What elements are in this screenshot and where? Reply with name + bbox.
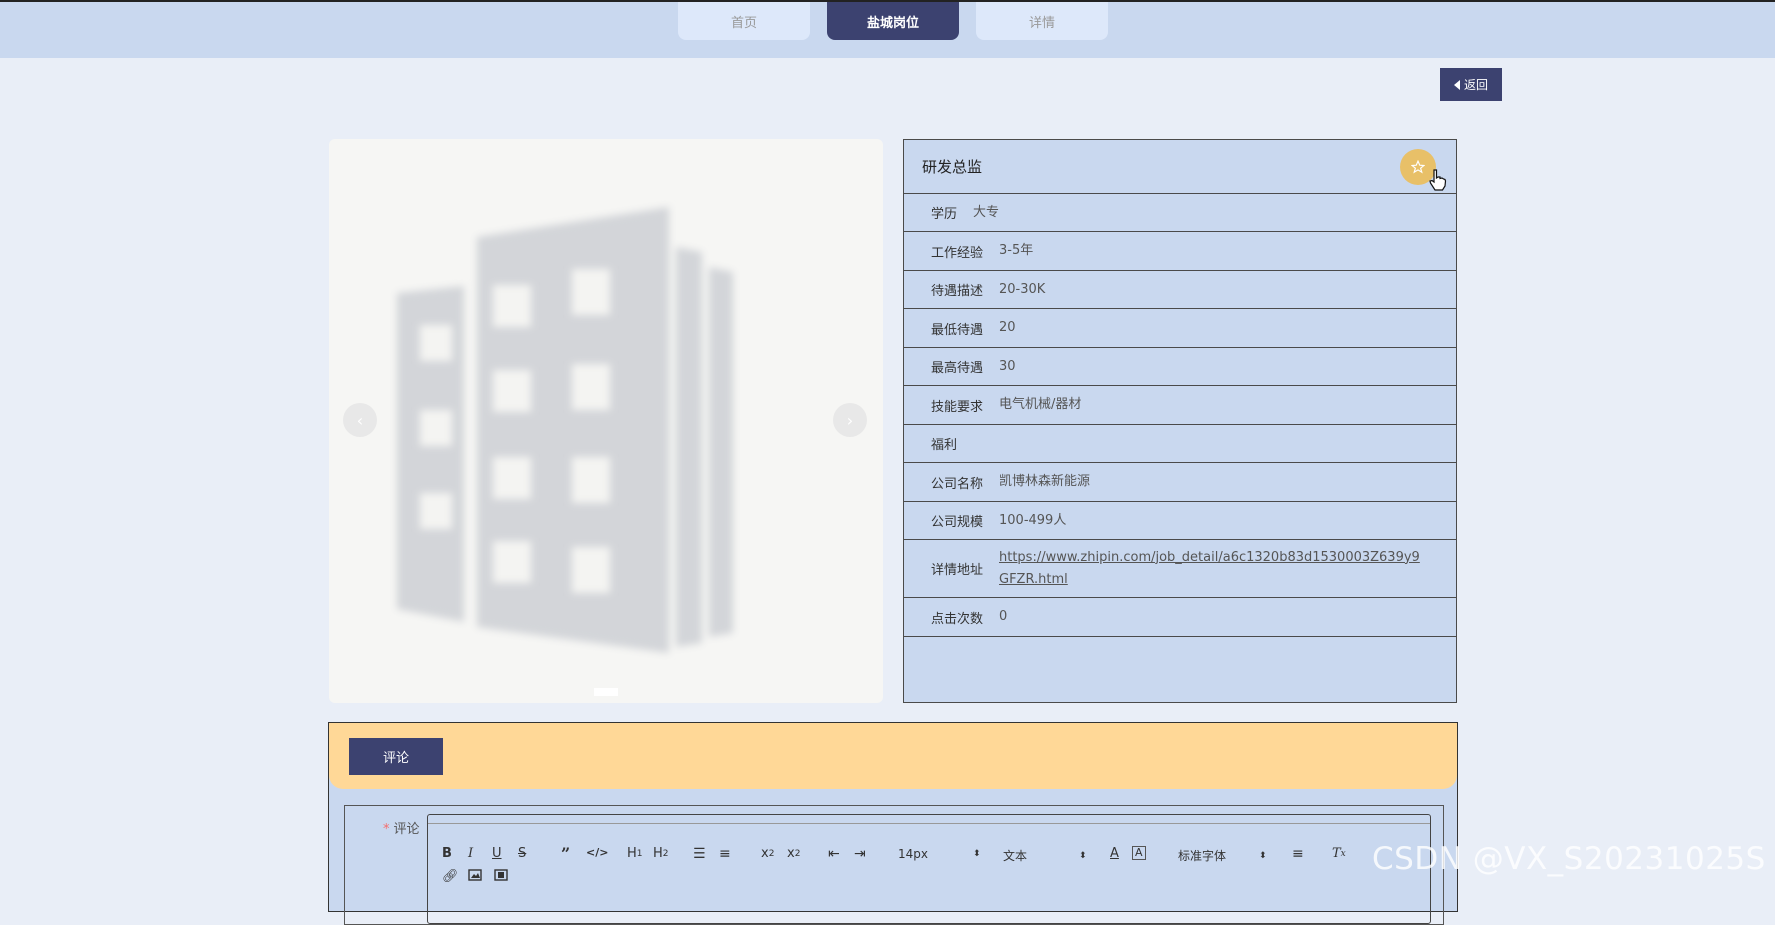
field-value: 100-499人 [999, 512, 1067, 528]
ordered-list-icon[interactable]: ☰ [693, 846, 706, 862]
outdent-icon[interactable]: ⇤ [828, 846, 840, 862]
blockquote-icon[interactable]: ” [561, 844, 570, 863]
field-label: 公司规模 [931, 515, 984, 530]
field-row-min-salary: 最低待遇 20 [904, 309, 1456, 348]
link-icon[interactable]: 🔗︎ [442, 869, 459, 884]
caret-left-icon [1453, 79, 1460, 90]
video-icon[interactable] [494, 869, 508, 881]
field-label: 工作经验 [931, 245, 984, 261]
job-title-bar: 研发总监 [904, 140, 1456, 194]
image-icon[interactable] [468, 869, 482, 881]
field-value: 20 [999, 320, 1016, 335]
detail-url-link[interactable]: https://www.zhipin.com/job_detail/a6c132… [999, 547, 1456, 591]
back-button-label: 返回 [1463, 78, 1488, 92]
text-color-icon[interactable]: A [1110, 846, 1119, 861]
font-size-select[interactable]: 14px ⬍ [898, 847, 981, 861]
tab-detail[interactable]: 详情 [976, 2, 1108, 40]
field-label: 学历 [931, 207, 958, 222]
heading-1-icon[interactable]: H1 [627, 846, 643, 861]
comment-header: 评论 [329, 723, 1457, 789]
field-row-click-count: 点击次数 0 [904, 598, 1456, 637]
field-row-experience: 工作经验 3-5年 [904, 232, 1456, 271]
tab-home[interactable]: 首页 [678, 2, 810, 40]
rich-text-editor: B I U S ” </> H1 H2 ☰ ≡ x2 x2 ⇤ ⇥ 14px ⬍ … [427, 814, 1431, 924]
font-family-select[interactable]: 标准字体 ⬍ [1178, 847, 1267, 864]
field-label: 最低待遇 [931, 322, 984, 338]
field-label: 详情地址 [931, 563, 984, 578]
field-row-skills: 技能要求 电气机械/器材 [904, 386, 1456, 425]
indent-icon[interactable]: ⇥ [854, 846, 866, 862]
field-row-benefits: 福利 [904, 425, 1456, 463]
carousel-prev-button[interactable]: ‹ [343, 403, 377, 437]
subscript-icon[interactable]: x2 [761, 846, 774, 861]
comment-field-label: * 评论 [383, 822, 420, 837]
field-value: 20-30K [999, 281, 1046, 297]
field-row-company-name: 公司名称 凯博林森新能源 [904, 463, 1456, 502]
field-label: 待遇描述 [931, 284, 984, 299]
italic-icon[interactable]: I [468, 846, 473, 861]
select-arrows-icon: ⬍ [1259, 850, 1267, 861]
strike-icon[interactable]: S [518, 846, 526, 861]
carousel-next-button[interactable]: › [833, 403, 867, 437]
required-asterisk: * [383, 822, 390, 837]
chevron-right-icon: › [846, 410, 854, 430]
chevron-left-icon: ‹ [356, 410, 364, 430]
clear-format-icon[interactable]: Tx [1332, 846, 1346, 861]
field-row-education: 学历 大专 [904, 194, 1456, 232]
field-label: 最高待遇 [931, 361, 984, 376]
comment-section: 评论 * 评论 B I U S ” </> H1 H2 ☰ ≡ x2 x2 ⇤ ⇥… [328, 722, 1458, 925]
select-arrows-icon: ⬍ [973, 849, 981, 859]
carousel-indicator[interactable] [594, 688, 618, 696]
bullet-list-icon[interactable]: ≡ [719, 846, 731, 862]
field-label: 福利 [931, 438, 958, 453]
watermark: CSDN @VX_S20231025S [1372, 841, 1766, 877]
back-button[interactable]: 返回 [1440, 68, 1502, 101]
field-label: 公司名称 [931, 476, 984, 492]
field-value: 3-5年 [999, 243, 1034, 258]
field-row-detail-url: 详情地址 https://www.zhipin.com/job_detail/a… [904, 540, 1456, 598]
field-label: 点击次数 [931, 611, 984, 627]
bold-icon[interactable]: B [442, 846, 452, 861]
heading-2-icon[interactable]: H2 [653, 846, 669, 861]
comment-form: * 评论 B I U S ” </> H1 H2 ☰ ≡ x2 x2 ⇤ ⇥ 14… [344, 805, 1444, 925]
background-color-icon[interactable]: A [1132, 846, 1146, 860]
field-value: 电气机械/器材 [999, 397, 1082, 412]
field-row-max-salary: 最高待遇 30 [904, 348, 1456, 386]
field-row-company-size: 公司规模 100-499人 [904, 502, 1456, 540]
editor-toolbar: B I U S ” </> H1 H2 ☰ ≡ x2 x2 ⇤ ⇥ 14px ⬍ … [428, 823, 1430, 924]
header-select[interactable]: 文本 ⬍ [1003, 847, 1087, 864]
underline-icon[interactable]: U [492, 846, 502, 861]
field-value: 30 [999, 358, 1016, 374]
select-arrows-icon: ⬍ [1079, 850, 1087, 861]
comment-tab[interactable]: 评论 [349, 738, 443, 775]
building-placeholder-image [397, 207, 733, 653]
field-value: 0 [999, 609, 1008, 624]
tab-yancheng-jobs[interactable]: 盐城岗位 [827, 2, 959, 40]
field-value: 大专 [973, 204, 1000, 220]
top-nav-bar: 首页 盐城岗位 详情 [0, 0, 1775, 58]
field-row-salary-desc: 待遇描述 20-30K [904, 271, 1456, 309]
field-label: 技能要求 [931, 399, 984, 415]
align-icon[interactable]: ≡ [1292, 846, 1304, 862]
job-title: 研发总监 [922, 158, 983, 176]
image-carousel: ‹ › [329, 139, 883, 703]
hand-cursor-icon [1429, 169, 1447, 191]
field-value: 凯博林森新能源 [999, 474, 1091, 489]
star-icon [1411, 160, 1425, 174]
job-info-panel: 研发总监 学历 大专 工作经验 3-5年 待遇描述 20-30K 最低待遇 20… [903, 139, 1457, 703]
superscript-icon[interactable]: x2 [787, 846, 800, 861]
code-block-icon[interactable]: </> [586, 846, 608, 859]
